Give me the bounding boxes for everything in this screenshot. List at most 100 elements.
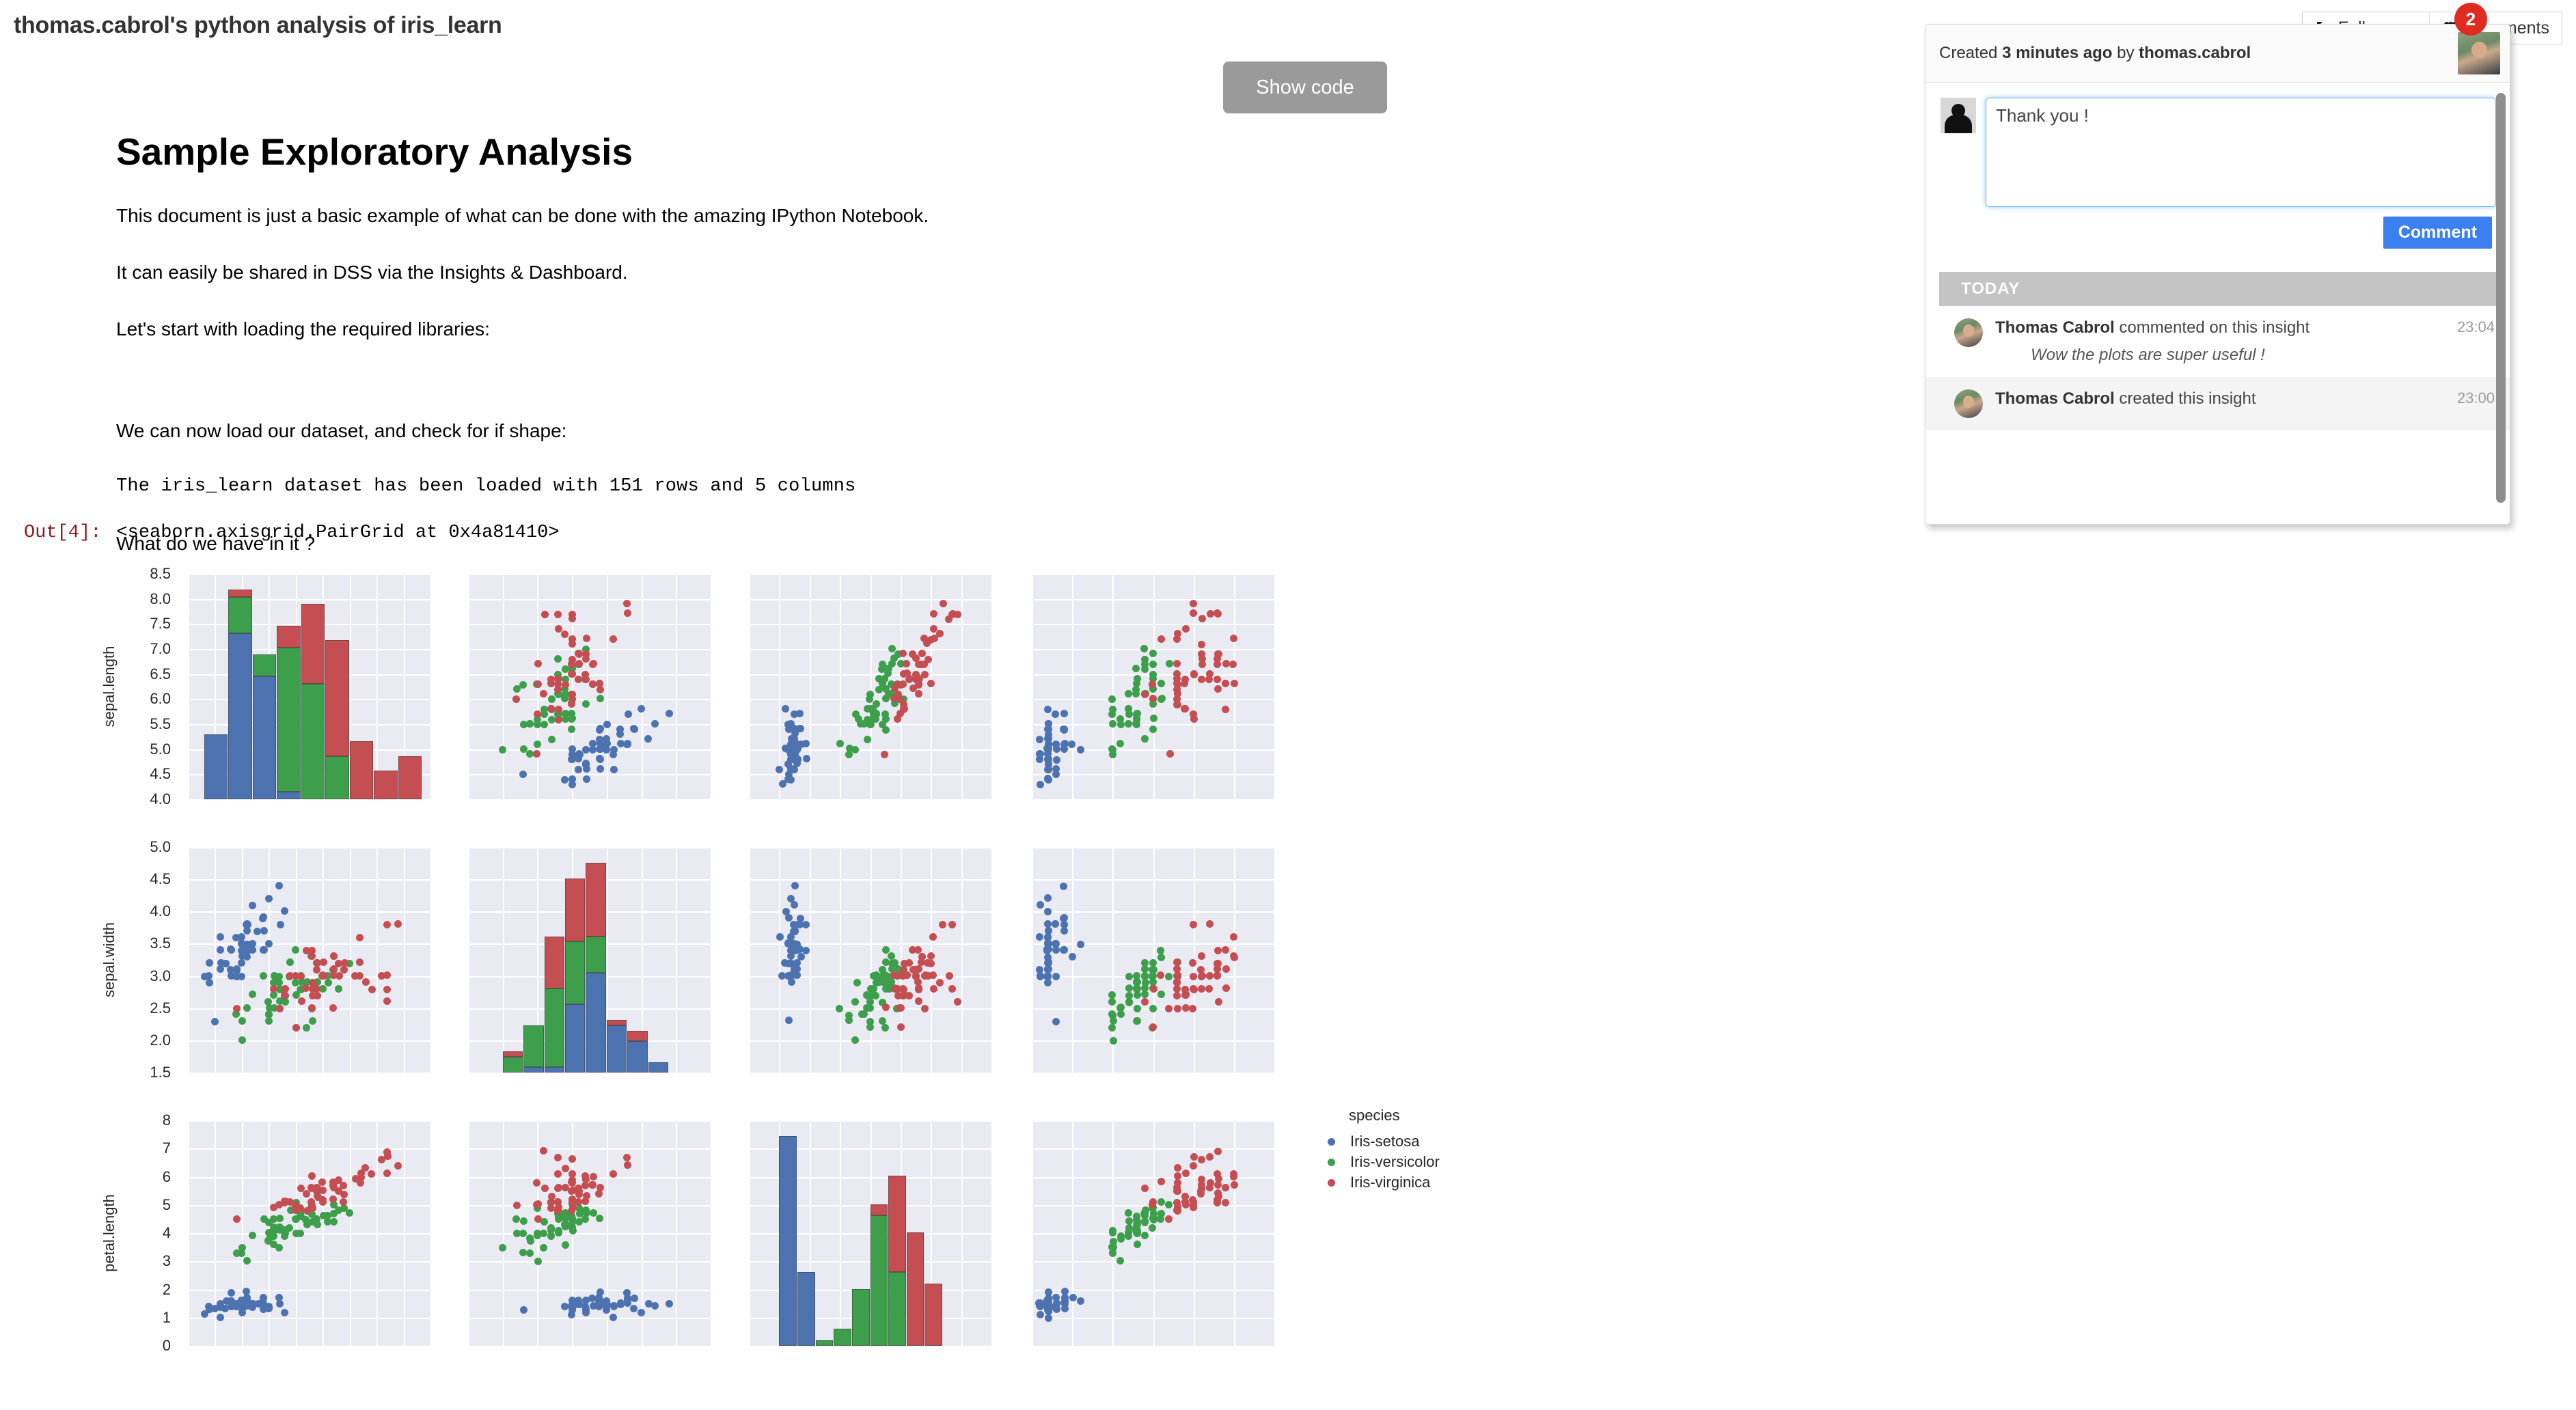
avatar: [1954, 318, 1983, 347]
scatter-point: [609, 766, 618, 774]
scatter-point: [863, 736, 871, 744]
legend-title: species: [1349, 1107, 1400, 1124]
scatter-point: [881, 945, 890, 954]
comments-scrollbar[interactable]: [2496, 93, 2506, 503]
scatter-point: [802, 921, 810, 929]
scatter-point: [568, 1303, 577, 1311]
scatter-point: [1181, 704, 1189, 713]
scatter-point: [292, 1023, 301, 1032]
scatter-point: [651, 719, 659, 728]
scatter-point: [596, 1288, 604, 1296]
scatter-point: [259, 914, 267, 922]
gridline-vertical: [376, 574, 379, 799]
scatter-point: [1052, 710, 1060, 718]
scatter-point: [1149, 715, 1157, 723]
show-code-button[interactable]: Show code: [1223, 61, 1387, 113]
scatter-point: [1141, 1231, 1149, 1239]
scatter-point: [1108, 1023, 1116, 1032]
scatter-point: [1165, 972, 1173, 980]
scatter-point: [589, 660, 597, 668]
scatter-point: [1043, 973, 1052, 980]
comments-count-badge: 2: [2454, 3, 2487, 36]
activity-body: Thomas Cabrol created this insight: [1995, 389, 2445, 418]
comment-activity-item[interactable]: Thomas Cabrol created this insight 23:00: [1926, 377, 2510, 430]
scatter-point: [589, 745, 597, 754]
gridline-vertical: [1072, 1120, 1074, 1346]
scatter-point: [929, 933, 937, 941]
scatter-point: [205, 972, 213, 980]
comment-activity-item[interactable]: Thomas Cabrol commented on this insight …: [1926, 306, 2510, 377]
paragraph-libraries: Let's start with loading the required li…: [116, 318, 490, 340]
scatter-point: [1189, 1004, 1197, 1012]
histogram-bar: [228, 590, 252, 597]
scatter-point: [1221, 705, 1229, 713]
scatter-point: [582, 635, 590, 643]
scatter-point: [547, 695, 556, 703]
y-axis-tick-label: 8.5: [150, 565, 171, 582]
y-axis-tick-label: 1.5: [150, 1064, 171, 1081]
scatter-point: [582, 745, 590, 754]
scatter-point: [1173, 1004, 1181, 1012]
scatter-point: [519, 770, 527, 778]
scatter-point: [512, 1215, 521, 1223]
histogram-bar: [502, 1051, 523, 1057]
pairplot-histogram-panel: [188, 574, 430, 799]
scatter-point: [297, 1230, 305, 1238]
activity-line: Thomas Cabrol created this insight: [1995, 389, 2445, 409]
histogram-bar: [523, 1067, 544, 1073]
gridline-horizontal: [188, 1120, 430, 1122]
scatter-point: [918, 650, 927, 658]
scatter-point: [875, 685, 883, 693]
scatter-point: [644, 735, 652, 743]
scatter-point: [1157, 1178, 1166, 1186]
scatter-point: [275, 1226, 284, 1234]
gridline-vertical: [1193, 574, 1195, 799]
scatter-point: [554, 1198, 562, 1206]
scatter-point: [254, 927, 262, 935]
scatter-point: [1229, 661, 1237, 669]
gridline-horizontal: [188, 1317, 430, 1319]
scatter-point: [568, 756, 577, 764]
scatter-point: [1108, 710, 1116, 718]
pairplot-scatter-panel: [1032, 1120, 1274, 1346]
scatter-point: [329, 971, 338, 980]
scatter-point: [561, 1164, 569, 1172]
pairplot-scatter-panel: [468, 574, 711, 799]
scatter-point: [1037, 901, 1045, 909]
scatter-point: [609, 750, 617, 758]
scatter-point: [1116, 1235, 1125, 1243]
scatter-point: [1108, 695, 1116, 704]
scatter-point: [1221, 1198, 1229, 1206]
comment-submit-button[interactable]: Comment: [2383, 217, 2492, 249]
scatter-point: [1173, 635, 1181, 644]
scatter-point: [554, 716, 562, 724]
scatter-point: [1125, 984, 1134, 993]
scatter-point: [1205, 1183, 1214, 1191]
scatter-point: [1230, 932, 1238, 941]
scatter-point: [512, 695, 520, 704]
scatter-point: [227, 972, 235, 980]
scatter-point: [233, 1004, 241, 1012]
comment-input[interactable]: [1986, 98, 2496, 207]
scatter-point: [1166, 750, 1174, 758]
scatter-point: [900, 700, 908, 708]
scatter-point: [1134, 1240, 1141, 1248]
scatter-point: [881, 1004, 890, 1012]
scatter-point: [330, 952, 338, 960]
y-axis-tick-label: 0: [162, 1337, 171, 1354]
scatter-point: [533, 740, 541, 748]
gridline-horizontal: [468, 624, 711, 626]
gridline-horizontal: [188, 1233, 430, 1234]
gridline-horizontal: [188, 1261, 430, 1263]
histogram-bar: [204, 734, 228, 799]
scatter-point: [1052, 920, 1060, 928]
scatter-point: [534, 659, 542, 667]
scatter-point: [1214, 946, 1222, 954]
legend-item: Iris-versicolor: [1326, 1152, 1440, 1172]
y-axis-tick-label: 3.5: [150, 935, 171, 952]
scatter-point: [1189, 1161, 1197, 1170]
scatter-point: [851, 710, 860, 718]
scatter-point: [1189, 972, 1197, 980]
scatter-point: [866, 1023, 875, 1032]
y-axis-tick-label: 5.5: [150, 715, 171, 732]
